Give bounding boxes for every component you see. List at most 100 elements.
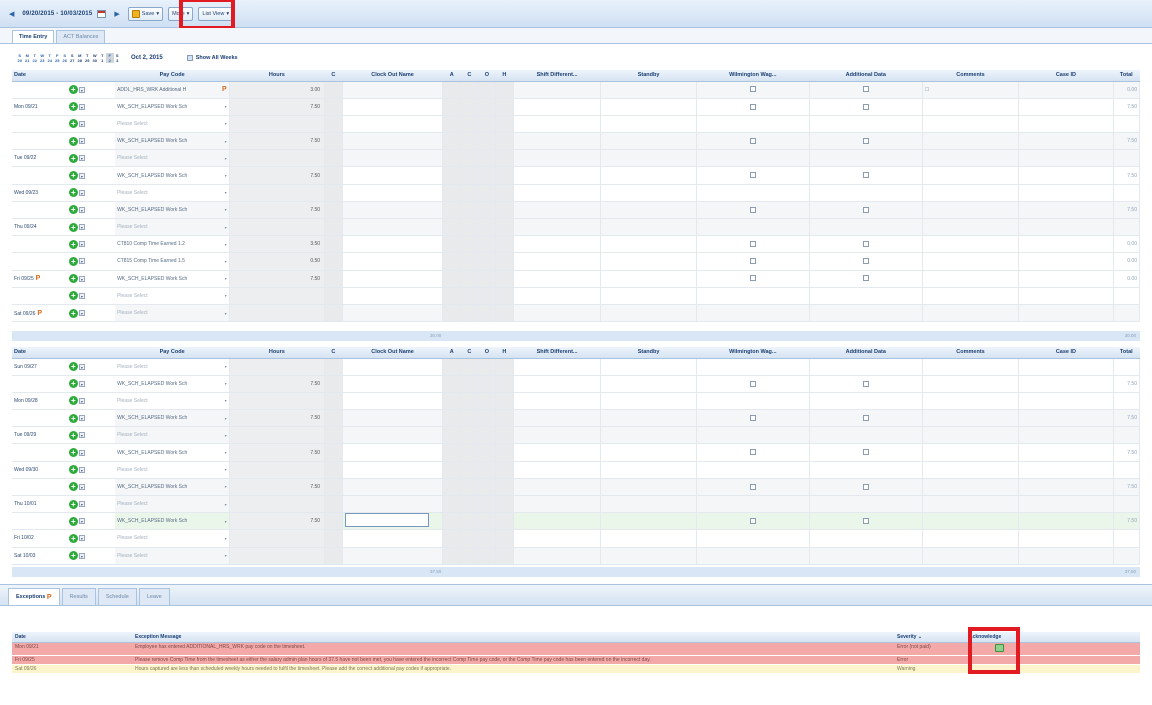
wilmington-wage-cell[interactable] <box>696 81 810 99</box>
add-row-button[interactable]: + ▾ <box>68 291 85 301</box>
col-header[interactable]: C <box>324 70 343 82</box>
shift-differential-cell[interactable] <box>513 287 602 305</box>
wilmington-wage-cell[interactable] <box>696 201 810 220</box>
hours-input[interactable]: 7.50 <box>229 375 326 393</box>
additional-data-cell[interactable] <box>809 409 923 428</box>
pay-code-cell[interactable]: WK_SCH_ELAPSED Work Sch ▾ <box>115 166 230 185</box>
col-header[interactable]: Standby <box>600 70 697 82</box>
clock-out-name-cell[interactable] <box>342 201 444 220</box>
standby-cell[interactable] <box>600 132 697 151</box>
additional-data-cell[interactable] <box>809 478 923 497</box>
comments-cell[interactable] <box>922 115 1020 134</box>
pay-code-cell[interactable]: Please Select ▾ <box>115 184 230 202</box>
pay-code-cell[interactable]: Please Select ▾ <box>115 392 230 411</box>
comments-cell[interactable] <box>922 358 1020 376</box>
list-view-button[interactable]: List View ▾ <box>198 6 234 21</box>
add-row-button[interactable]: + ▾ <box>68 396 85 406</box>
col-header[interactable]: Additional Data <box>809 70 923 82</box>
hours-input[interactable]: 7.50 <box>229 132 326 151</box>
clock-out-name-cell[interactable] <box>342 252 444 271</box>
comments-cell[interactable] <box>922 252 1020 271</box>
pay-code-select[interactable]: WK_SCH_ELAPSED Work Sch ▾ <box>117 450 227 456</box>
standby-cell[interactable] <box>600 270 697 288</box>
case-id-cell[interactable] <box>1018 270 1114 288</box>
checkbox-icon[interactable] <box>862 258 869 265</box>
hours-input[interactable]: 3.00 <box>229 81 326 99</box>
col-header[interactable]: C <box>324 347 343 359</box>
clock-out-name-cell[interactable] <box>342 392 444 411</box>
shift-differential-cell[interactable] <box>513 132 602 151</box>
comments-cell[interactable] <box>922 512 1020 531</box>
case-id-cell[interactable] <box>1018 304 1114 323</box>
comments-cell[interactable] <box>922 235 1020 254</box>
shift-differential-cell[interactable] <box>513 409 602 428</box>
shift-differential-cell[interactable] <box>513 115 602 134</box>
clock-out-name-cell[interactable] <box>342 115 444 134</box>
checkbox-icon[interactable] <box>862 449 869 456</box>
wilmington-wage-cell[interactable] <box>696 547 810 565</box>
wilmington-wage-cell[interactable] <box>696 287 810 305</box>
case-id-cell[interactable] <box>1018 201 1114 220</box>
add-row-button[interactable]: + ▾ <box>68 274 85 284</box>
shift-differential-cell[interactable] <box>513 304 602 323</box>
standby-cell[interactable] <box>600 461 697 479</box>
tab-exceptions[interactable]: Exceptions P <box>8 588 60 605</box>
case-id-cell[interactable] <box>1018 375 1114 393</box>
mini-cal-day-number[interactable]: 25 <box>54 58 62 63</box>
tab-schedule[interactable]: Schedule <box>97 588 137 605</box>
hours-input[interactable] <box>229 304 326 323</box>
additional-data-cell[interactable] <box>809 201 923 220</box>
checkbox-icon[interactable] <box>862 380 869 387</box>
wilmington-wage-cell[interactable] <box>696 375 810 393</box>
shift-differential-cell[interactable] <box>513 547 602 565</box>
hours-input[interactable]: 7.50 <box>229 443 326 462</box>
pay-code-select[interactable]: Please Select ▾ <box>117 224 227 230</box>
clock-out-name-cell[interactable] <box>342 235 444 254</box>
clock-out-name-cell[interactable] <box>342 184 444 202</box>
case-id-cell[interactable] <box>1018 149 1114 168</box>
additional-data-cell[interactable] <box>809 547 923 565</box>
tab-leave[interactable]: Leave <box>138 588 170 605</box>
col-header[interactable]: Shift Different... <box>513 347 601 359</box>
case-id-cell[interactable] <box>1018 218 1114 237</box>
shift-differential-cell[interactable] <box>513 443 602 462</box>
exc-col-acknowledge[interactable]: Acknowledge <box>966 632 1032 643</box>
checkbox-icon[interactable] <box>862 103 869 110</box>
additional-data-cell[interactable] <box>809 218 923 237</box>
pay-code-select[interactable]: Please Select ▾ <box>117 535 227 541</box>
clock-out-name-cell[interactable] <box>342 547 444 565</box>
add-row-button[interactable]: + ▾ <box>68 448 85 458</box>
additional-data-cell[interactable] <box>809 358 923 376</box>
pay-code-select[interactable]: Please Select ▾ <box>117 467 227 473</box>
additional-data-cell[interactable] <box>809 132 923 151</box>
col-header[interactable]: Case ID <box>1018 347 1114 359</box>
shift-differential-cell[interactable] <box>513 529 602 548</box>
checkbox-icon[interactable] <box>749 483 756 490</box>
clock-out-name-cell[interactable] <box>342 375 444 393</box>
wilmington-wage-cell[interactable] <box>696 512 810 531</box>
col-header[interactable]: O <box>478 70 496 82</box>
hours-input[interactable] <box>229 287 326 305</box>
additional-data-cell[interactable] <box>809 304 923 323</box>
col-header[interactable]: Clock Out Name <box>342 347 443 359</box>
standby-cell[interactable] <box>600 184 697 202</box>
pay-code-select[interactable]: WK_SCH_ELAPSED Work Sch ▾ <box>117 207 227 213</box>
pay-code-select[interactable]: Please Select ▾ <box>117 501 227 507</box>
col-add[interactable] <box>66 347 116 359</box>
pay-code-cell[interactable]: Please Select ▾ <box>115 529 230 548</box>
shift-differential-cell[interactable] <box>513 166 602 185</box>
additional-data-cell[interactable] <box>809 98 923 116</box>
clock-out-name-cell[interactable] <box>342 443 444 462</box>
comments-cell[interactable] <box>922 218 1020 237</box>
mini-cal-day-number[interactable]: 30 <box>91 58 99 63</box>
checkbox-icon[interactable] <box>862 518 869 525</box>
comments-cell[interactable] <box>922 495 1020 514</box>
checkbox-icon[interactable] <box>749 414 756 421</box>
pay-code-cell[interactable]: Please Select ▾ <box>115 495 230 514</box>
case-id-cell[interactable] <box>1018 166 1114 185</box>
mini-cal-day-number[interactable]: 2 <box>106 58 114 63</box>
add-row-button[interactable]: + ▾ <box>68 499 85 509</box>
add-row-button[interactable]: + ▾ <box>68 119 85 129</box>
additional-data-cell[interactable] <box>809 184 923 202</box>
hours-input[interactable] <box>229 426 326 445</box>
